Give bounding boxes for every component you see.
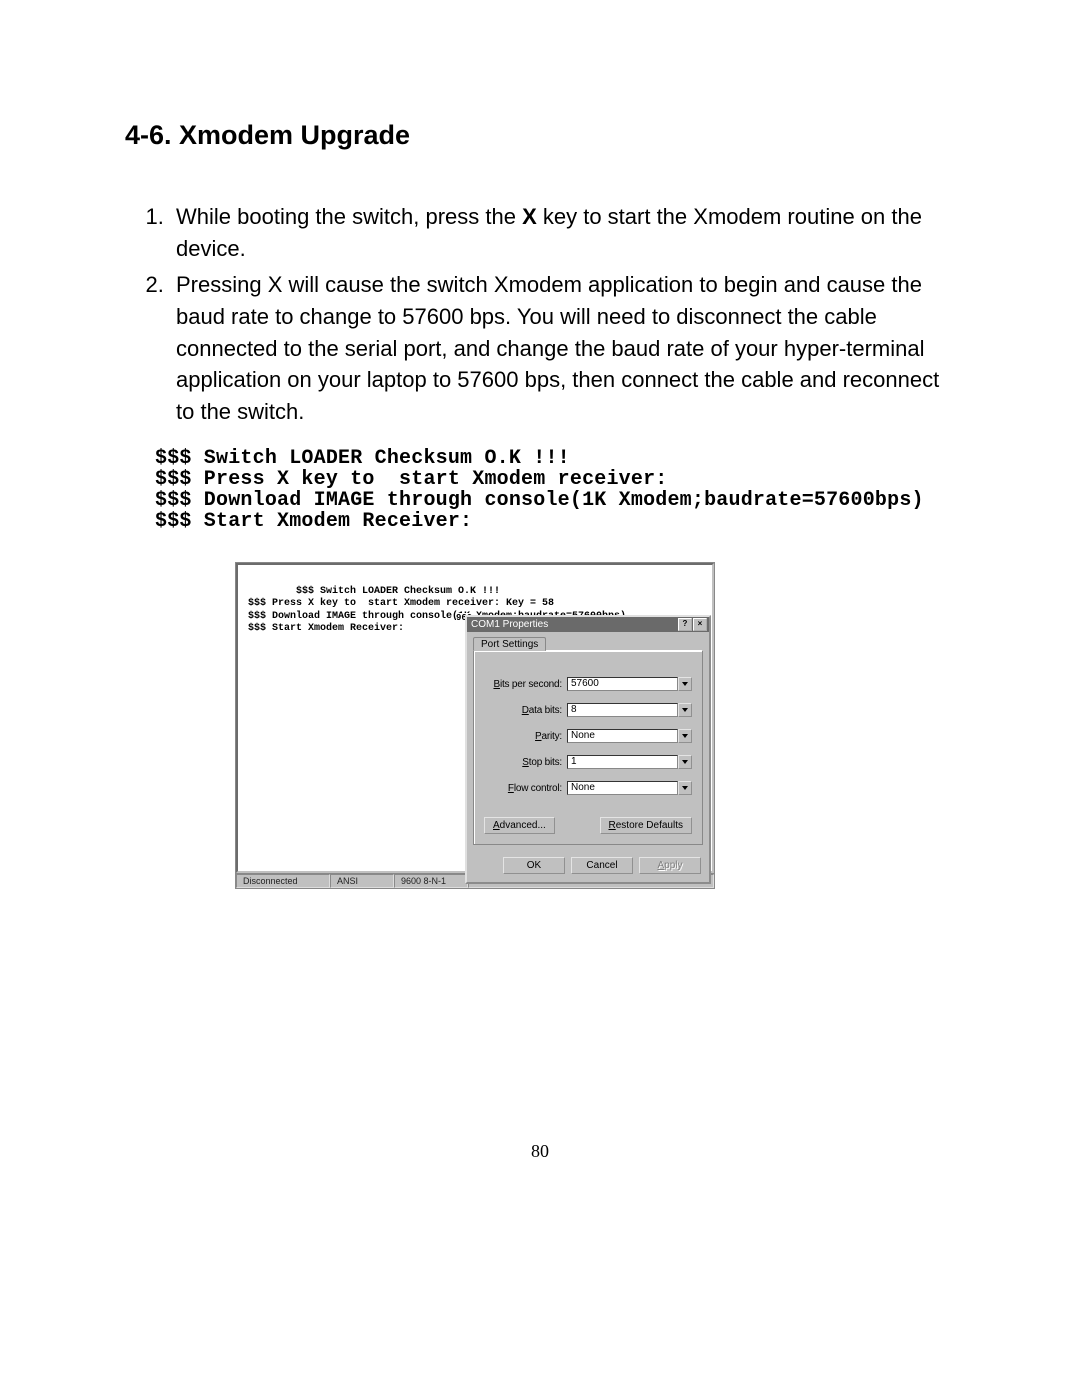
chevron-down-icon[interactable] [678, 729, 692, 743]
chevron-down-icon[interactable] [678, 677, 692, 691]
combo-parity-value[interactable]: None [567, 729, 678, 743]
combo-stopbits-value[interactable]: 1 [567, 755, 678, 769]
dialog-title-text: COM1 Properties [471, 619, 677, 630]
chevron-down-icon[interactable] [678, 703, 692, 717]
advanced-button[interactable]: Advanced... [484, 817, 555, 834]
dialog-tabstrip: Port Settings [467, 632, 709, 650]
label-bps: Bits per second: [484, 679, 567, 690]
status-config: 9600 8-N-1 [394, 874, 468, 888]
combo-bps-value[interactable]: 57600 [567, 677, 678, 691]
label-stopbits: Stop bits: [484, 757, 567, 768]
dialog-titlebar[interactable]: COM1 Properties ? × [467, 617, 709, 632]
document-page: 4-6. Xmodem Upgrade While booting the sw… [0, 0, 1080, 1397]
instruction-1-pre: While booting the switch, press the [176, 204, 522, 229]
restore-defaults-button[interactable]: Restore Defaults [600, 817, 693, 834]
instruction-1-key: X [522, 204, 537, 229]
tab-port-settings[interactable]: Port Settings [473, 637, 546, 651]
instruction-item-2: Pressing X will cause the switch Xmodem … [170, 269, 960, 428]
field-stop-bits: Stop bits: 1 [484, 755, 692, 769]
section-heading: 4-6. Xmodem Upgrade [125, 120, 960, 151]
advanced-row: Advanced... Restore Defaults [484, 817, 692, 834]
status-emulation: ANSI [330, 874, 394, 888]
field-bits-per-second: Bits per second: 57600 [484, 677, 692, 691]
combo-flow-value[interactable]: None [567, 781, 678, 795]
field-flow-control: Flow control: None [484, 781, 692, 795]
status-connection: Disconnected [236, 874, 330, 888]
combo-stopbits[interactable]: 1 [567, 755, 692, 769]
com1-properties-dialog: COM1 Properties ? × Port Settings Bits p… [465, 615, 711, 884]
instruction-item-1: While booting the switch, press the X ke… [170, 201, 960, 265]
apply-button[interactable]: Apply [639, 857, 701, 874]
dialog-button-row: OK Cancel Apply [467, 851, 709, 882]
field-parity: Parity: None [484, 729, 692, 743]
combo-parity[interactable]: None [567, 729, 692, 743]
combo-databits-value[interactable]: 8 [567, 703, 678, 717]
embedded-screenshot: $$$ Switch LOADER Checksum O.K !!! $$$ P… [235, 562, 715, 889]
combo-databits[interactable]: 8 [567, 703, 692, 717]
close-button[interactable]: × [693, 618, 707, 631]
chevron-down-icon[interactable] [678, 755, 692, 769]
label-parity: Parity: [484, 731, 567, 742]
port-settings-panel: Bits per second: 57600 Data bits: 8 Pari… [473, 650, 703, 845]
label-flow: Flow control: [484, 783, 567, 794]
help-button[interactable]: ? [678, 618, 692, 631]
page-number: 80 [0, 1141, 1080, 1162]
console-output-block: $$$ Switch LOADER Checksum O.K !!! $$$ P… [155, 448, 960, 532]
instruction-list: While booting the switch, press the X ke… [125, 201, 960, 428]
field-data-bits: Data bits: 8 [484, 703, 692, 717]
cancel-button[interactable]: Cancel [571, 857, 633, 874]
combo-bps[interactable]: 57600 [567, 677, 692, 691]
chevron-down-icon[interactable] [678, 781, 692, 795]
label-databits: Data bits: [484, 705, 567, 716]
ok-button[interactable]: OK [503, 857, 565, 874]
combo-flow[interactable]: None [567, 781, 692, 795]
